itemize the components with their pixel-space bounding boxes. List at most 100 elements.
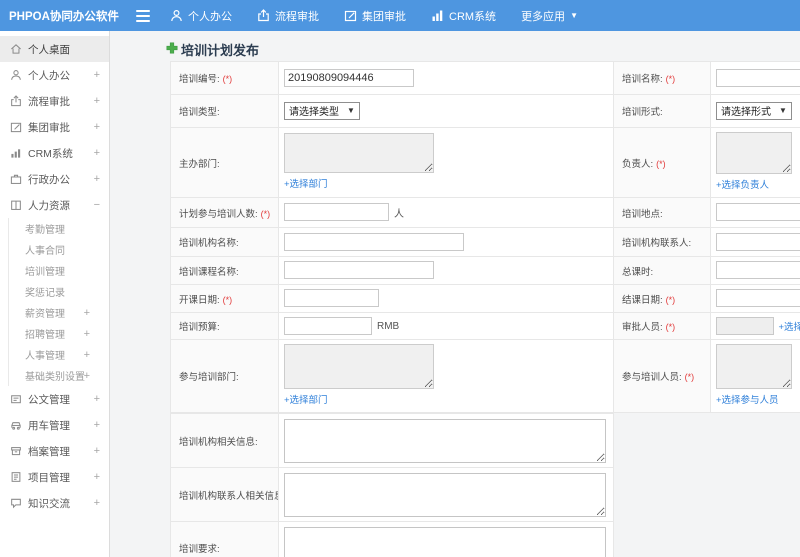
expand-icon[interactable]: + — [84, 349, 90, 361]
app-logo: PHPOA协同办公软件 — [9, 10, 119, 23]
sidebar-item-base-category[interactable]: 基础类别设置 + — [9, 365, 109, 386]
planned-count-input[interactable] — [284, 203, 389, 222]
expand-icon[interactable]: + — [84, 328, 90, 340]
topnav-process-approval[interactable]: 流程审批 — [257, 8, 319, 24]
host-dept-textarea[interactable] — [284, 133, 434, 173]
topnav-more-apps[interactable]: 更多应用 ▼ — [521, 8, 578, 24]
end-date-input[interactable] — [716, 289, 800, 308]
expand-icon[interactable]: + — [94, 497, 100, 509]
table-row: 培训要求: — [170, 521, 614, 557]
sidebar-item-training[interactable]: 培训管理 — [9, 260, 109, 281]
sidebar-item-projects[interactable]: 项目管理 + — [0, 464, 109, 490]
org-contact-info-textarea[interactable] — [284, 472, 606, 517]
topnav-group-approval[interactable]: 集团审批 — [344, 8, 406, 24]
join-dept-textarea[interactable] — [284, 344, 434, 390]
sidebar-item-rewards[interactable]: 奖惩记录 — [9, 281, 109, 302]
table-row: 培训机构相关信息: — [170, 413, 614, 469]
budget-input[interactable] — [284, 317, 372, 335]
table-row: 培训编号:(*) 培训名称:(*) — [170, 61, 800, 95]
expand-icon[interactable]: + — [94, 445, 100, 457]
sidebar-item-documents[interactable]: 公文管理 + — [0, 386, 109, 412]
main-content: 培训计划发布 培训编号:(*) 培训名称:(*) 培训类型: 请选择类型▼ 培训… — [110, 31, 800, 557]
chart-icon — [431, 9, 444, 22]
select-dept-link[interactable]: +选择部门 — [284, 176, 328, 190]
expand-icon[interactable]: + — [94, 393, 100, 405]
expand-icon[interactable]: + — [84, 370, 90, 382]
table-row: 培训机构名称: 培训机构联系人: — [170, 227, 800, 257]
share-icon — [10, 95, 22, 107]
training-mode-select[interactable]: 请选择形式 ▼ — [716, 101, 792, 120]
sidebar-item-group-approval[interactable]: 集团审批 + — [0, 114, 109, 140]
sidebar-item-vehicle[interactable]: 用车管理 + — [0, 412, 109, 438]
expand-icon[interactable]: + — [94, 147, 100, 159]
sidebar-item-admin-office[interactable]: 行政办公 + — [0, 166, 109, 192]
book-icon — [10, 199, 22, 211]
share-icon — [257, 9, 270, 22]
user-icon — [170, 9, 183, 22]
training-type-select[interactable]: 请选择类型 ▼ — [284, 101, 360, 120]
org-contact-input[interactable] — [716, 232, 800, 251]
expand-icon[interactable]: + — [84, 307, 90, 319]
field-label: 计划参与培训人数: — [179, 208, 258, 220]
archive-icon — [10, 445, 22, 457]
unit-suffix: 人 — [394, 208, 404, 220]
expand-icon[interactable]: + — [94, 419, 100, 431]
expand-icon[interactable]: + — [94, 95, 100, 107]
training-name-input[interactable] — [716, 68, 800, 87]
sidebar-item-knowledge[interactable]: 知识交流 + — [0, 490, 109, 516]
org-info-textarea[interactable] — [284, 418, 606, 463]
approver-input[interactable] — [716, 317, 774, 335]
sidebar-item-personal-office[interactable]: 个人办公 + — [0, 62, 109, 88]
select-participants-link[interactable]: +选择参与人员 — [716, 392, 779, 406]
sidebar-item-attendance[interactable]: 考勤管理 — [9, 218, 109, 239]
select-dept-link[interactable]: +选择部门 — [284, 392, 328, 406]
sidebar-item-hr[interactable]: 人力资源 − — [0, 192, 109, 218]
sidebar-item-desktop[interactable]: 个人桌面 — [0, 36, 109, 62]
start-date-input[interactable] — [284, 289, 379, 308]
caret-down-icon: ▼ — [347, 105, 355, 115]
car-icon — [10, 419, 22, 431]
expand-icon[interactable]: + — [94, 471, 100, 483]
field-label: 总课时: — [622, 266, 654, 278]
expand-icon[interactable]: + — [94, 121, 100, 133]
training-no-input[interactable] — [284, 68, 414, 87]
sidebar-item-recruit[interactable]: 招聘管理 + — [9, 323, 109, 344]
field-label: 培训机构联系人相关信息: — [179, 490, 279, 502]
select-leader-link[interactable]: +选择负责人 — [716, 177, 769, 191]
menu-toggle-icon[interactable] — [136, 9, 150, 22]
requirement-textarea[interactable] — [284, 526, 606, 557]
expand-icon[interactable]: + — [94, 69, 100, 81]
top-navigation: 个人办公 流程审批 集团审批 CRM系统 更多应用 ▼ — [170, 8, 603, 24]
join-people-textarea[interactable] — [716, 344, 792, 390]
topnav-personal-office[interactable]: 个人办公 — [170, 8, 232, 24]
sidebar-hr-submenu: 考勤管理 人事合同 培训管理 奖惩记录 薪资管理 + 招聘管理 + 人事管理 +… — [8, 218, 109, 386]
sidebar-item-personnel[interactable]: 人事管理 + — [9, 344, 109, 365]
chart-icon — [10, 147, 22, 159]
edit-icon — [10, 121, 22, 133]
collapse-icon[interactable]: − — [94, 199, 100, 211]
org-name-input[interactable] — [284, 232, 464, 251]
sidebar-item-hr-contract[interactable]: 人事合同 — [9, 239, 109, 260]
sidebar: 个人桌面 个人办公 + 流程审批 + 集团审批 + CRM系统 + 行政办公 +… — [0, 31, 110, 557]
field-label: 培训形式: — [622, 107, 663, 118]
sidebar-item-archives[interactable]: 档案管理 + — [0, 438, 109, 464]
table-row: 开课日期: (*) 结课日期: (*) — [170, 284, 800, 313]
sidebar-item-process-approval[interactable]: 流程审批 + — [0, 88, 109, 114]
leader-textarea[interactable] — [716, 132, 792, 174]
table-row: 培训类型: 请选择类型 ▼ 培训形式: 请选择形式 ▼ — [170, 94, 800, 128]
field-label: 参与培训部门: — [179, 372, 239, 384]
expand-icon[interactable]: + — [94, 173, 100, 185]
total-hours-input[interactable] — [716, 261, 800, 280]
field-label: 培训机构名称: — [179, 238, 239, 249]
sidebar-item-salary[interactable]: 薪资管理 + — [9, 302, 109, 323]
course-name-input[interactable] — [284, 261, 434, 280]
page-title: 培训计划发布 — [166, 40, 259, 59]
form-table-upper: 培训编号:(*) 培训名称:(*) 培训类型: 请选择类型▼ 培训形式: 请选择… — [170, 61, 800, 414]
topnav-crm[interactable]: CRM系统 — [431, 8, 496, 24]
briefcase-icon — [10, 173, 22, 185]
field-label: 培训机构联系人: — [622, 238, 692, 249]
field-label: 培训预算: — [179, 322, 220, 334]
place-input[interactable] — [716, 203, 800, 222]
select-approver-link[interactable]: +选择审批人员 — [778, 322, 800, 333]
sidebar-item-crm[interactable]: CRM系统 + — [0, 140, 109, 166]
